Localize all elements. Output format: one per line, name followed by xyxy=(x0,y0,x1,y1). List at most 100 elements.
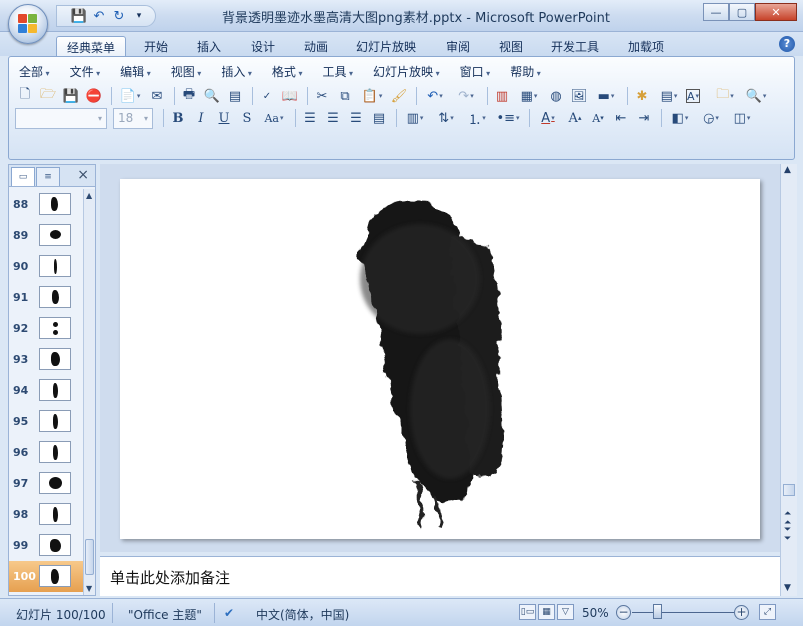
notes-pane[interactable]: 单击此处添加备注 xyxy=(100,556,780,596)
slide-thumbnail[interactable]: 92 xyxy=(9,313,83,344)
scroll-down-icon[interactable]: ▼ xyxy=(784,584,791,593)
arrange-icon[interactable]: ◫ xyxy=(728,108,756,128)
smartart-icon[interactable]: ◍ xyxy=(546,86,566,106)
menu-help[interactable]: 帮助 xyxy=(500,61,541,81)
change-case-icon[interactable]: Aa xyxy=(260,108,288,128)
office-button[interactable] xyxy=(8,4,48,44)
decrease-indent-icon[interactable]: ⇤ xyxy=(611,108,631,128)
shape-fill-icon[interactable]: ◧ xyxy=(666,108,694,128)
slides-tab-icon[interactable]: ▭ xyxy=(11,167,35,186)
customize-icon[interactable]: ▾ xyxy=(131,8,147,24)
slide-thumbnail[interactable]: 97 xyxy=(9,468,83,499)
tab-classic-menu[interactable]: 经典菜单 xyxy=(56,36,127,56)
tab-insert[interactable]: 插入 xyxy=(187,36,231,56)
folder-icon[interactable]: 🗀 xyxy=(711,86,739,106)
scroll-up-icon[interactable]: ▲ xyxy=(86,191,92,200)
paste-icon[interactable]: 📋 xyxy=(358,86,386,106)
slide-thumbnail[interactable]: 95 xyxy=(9,406,83,437)
tab-view[interactable]: 视图 xyxy=(489,36,533,56)
research-icon[interactable]: 📖 xyxy=(280,86,300,106)
new-slide-icon[interactable]: ✱ xyxy=(632,86,652,106)
language-indicator[interactable]: 中文(简体，中国) xyxy=(256,606,349,623)
underline-icon[interactable]: U xyxy=(214,108,234,128)
increase-indent-icon[interactable]: ⇥ xyxy=(634,108,654,128)
spellcheck-status-icon[interactable]: ✔ xyxy=(224,606,234,620)
menu-edit[interactable]: 编辑 xyxy=(110,61,151,81)
tab-review[interactable]: 审阅 xyxy=(436,36,480,56)
font-size-combo[interactable]: 18 ▾ xyxy=(113,107,153,129)
close-icon[interactable]: × xyxy=(77,167,89,183)
slide-thumbnail-selected[interactable]: 100 xyxy=(9,561,83,592)
undo-icon[interactable]: ↶ xyxy=(91,8,107,24)
scroll-down-icon[interactable]: ▼ xyxy=(86,584,92,593)
menu-window[interactable]: 窗口 xyxy=(450,61,491,81)
slide-thumbnail[interactable]: 91 xyxy=(9,282,83,313)
shadow-icon[interactable]: S xyxy=(237,108,257,128)
spellcheck-icon[interactable]: ✓ xyxy=(257,86,277,106)
redo-icon[interactable]: ↻ xyxy=(111,8,127,24)
justify-icon[interactable]: ▤ xyxy=(369,108,389,128)
text-direction-icon[interactable]: ⇅ xyxy=(432,108,460,128)
slide-thumbnail[interactable]: 94 xyxy=(9,375,83,406)
shrink-font-icon[interactable]: A ▾ xyxy=(588,108,608,128)
outline-icon[interactable]: ▤ xyxy=(225,86,245,106)
menu-file[interactable]: 文件 xyxy=(60,61,101,81)
layout-icon[interactable]: ▤ xyxy=(655,86,683,106)
copy-icon[interactable]: ⧉ xyxy=(335,86,355,106)
scroll-thumb[interactable] xyxy=(85,539,94,575)
redo-icon[interactable]: ↷ xyxy=(452,86,480,106)
tab-slideshow[interactable]: 幻灯片放映 xyxy=(346,36,426,56)
align-center-icon[interactable]: ☰ xyxy=(323,108,343,128)
align-right-icon[interactable]: ☰ xyxy=(346,108,366,128)
grow-font-icon[interactable]: A ▴ xyxy=(565,108,585,128)
slideshow-icon[interactable]: ▽ xyxy=(557,604,574,620)
picture-icon[interactable]: 🖼 xyxy=(569,86,589,106)
zoom-slider-thumb[interactable] xyxy=(653,604,662,619)
zoom-slider[interactable] xyxy=(632,612,734,613)
align-left-icon[interactable]: ☰ xyxy=(300,108,320,128)
slide-thumbnail[interactable]: 90 xyxy=(9,251,83,282)
save-icon[interactable]: 💾 xyxy=(61,86,81,106)
shape-outline-icon[interactable]: ◶ xyxy=(697,108,725,128)
menu-view[interactable]: 视图 xyxy=(161,61,202,81)
new-icon[interactable]: 🗋 xyxy=(15,86,35,106)
minimize-icon[interactable]: — xyxy=(703,3,729,21)
slide-thumbnail[interactable]: 99 xyxy=(9,530,83,561)
tab-home[interactable]: 开始 xyxy=(134,36,178,56)
slide-thumbnail[interactable]: 96 xyxy=(9,437,83,468)
slide-thumbnail[interactable]: 93 xyxy=(9,344,83,375)
menu-format[interactable]: 格式 xyxy=(262,61,303,81)
cut-icon[interactable]: ✂ xyxy=(312,86,332,106)
scroll-thumb[interactable] xyxy=(783,484,795,496)
numbering-icon[interactable]: ⒈ xyxy=(463,108,491,128)
zoom-out-icon[interactable]: − xyxy=(616,605,631,620)
bold-icon[interactable]: B xyxy=(168,108,188,128)
thumbnail-scrollbar[interactable]: ▲ ▼ xyxy=(83,189,95,595)
print-preview-icon[interactable]: 📄 xyxy=(116,86,144,106)
help-icon[interactable]: ? xyxy=(779,36,795,52)
normal-view-icon[interactable]: ▯▭ xyxy=(519,604,536,620)
tab-addins[interactable]: 加载项 xyxy=(618,36,674,56)
menu-tools[interactable]: 工具 xyxy=(312,61,353,81)
ink-brush-stroke-image[interactable] xyxy=(120,179,760,539)
menu-all[interactable]: 全部 xyxy=(9,61,50,81)
email-icon[interactable]: ✉ xyxy=(147,86,167,106)
textbox-icon[interactable]: A xyxy=(686,89,700,103)
bullets-icon[interactable]: •≡ xyxy=(494,108,522,128)
close-icon[interactable]: ✕ xyxy=(755,3,797,21)
open-icon[interactable]: 🗁 xyxy=(38,86,58,106)
slide-sorter-icon[interactable]: ▦ xyxy=(538,604,555,620)
font-color-icon[interactable]: A xyxy=(534,108,562,128)
scroll-up-icon[interactable]: ▲ xyxy=(784,166,791,175)
tab-animations[interactable]: 动画 xyxy=(294,36,338,56)
slide-canvas[interactable] xyxy=(120,179,760,539)
print-icon[interactable]: 🖶 xyxy=(179,86,199,106)
slide-scrollbar[interactable]: ▲ ⏶ ⏶ ⏷ ⏷ ▼ xyxy=(780,164,797,596)
zoom-icon[interactable]: 🔍 xyxy=(742,86,770,106)
maximize-icon[interactable]: ▢ xyxy=(729,3,755,21)
zoom-level[interactable]: 50% xyxy=(582,606,609,620)
undo-icon[interactable]: ↶ xyxy=(421,86,449,106)
menu-insert[interactable]: 插入 xyxy=(211,61,252,81)
chart-icon[interactable]: ▥ xyxy=(492,86,512,106)
menu-slideshow[interactable]: 幻灯片放映 xyxy=(363,61,440,81)
